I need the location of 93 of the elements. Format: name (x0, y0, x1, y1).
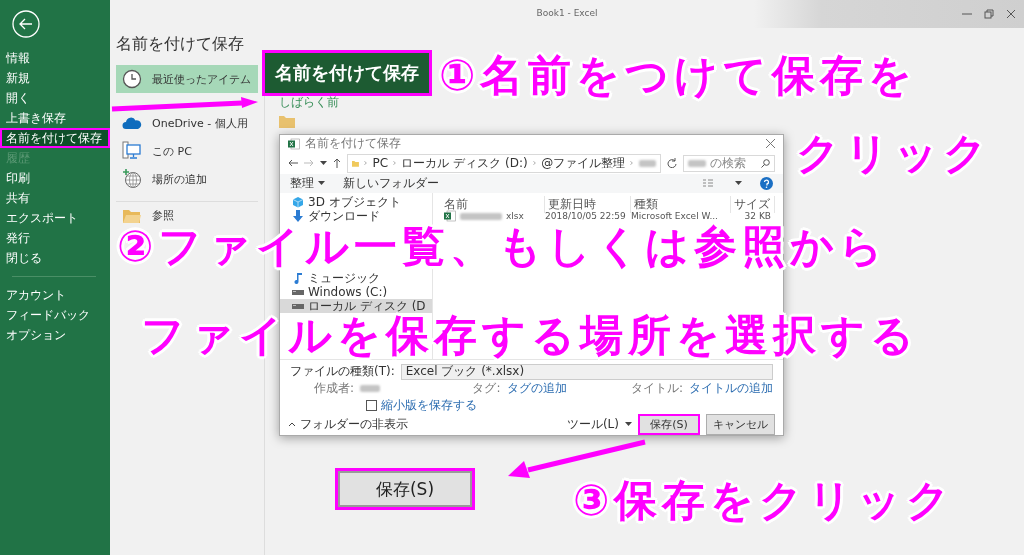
dialog-button[interactable]: キャンセル (706, 414, 775, 435)
sidebar-item[interactable]: 情報 (0, 48, 110, 68)
address-bar[interactable]: PC ローカル ディスク (D:) @ファイル整理 (347, 153, 661, 173)
sidebar-item[interactable]: 閉じる (0, 248, 110, 268)
nav-item[interactable]: ミュージック (280, 271, 432, 285)
back-arrow-icon[interactable] (288, 159, 298, 168)
close-icon[interactable] (1006, 9, 1016, 19)
restore-icon[interactable] (984, 9, 994, 19)
location-item[interactable]: この PC (116, 137, 258, 165)
sidebar-item[interactable]: オプション (0, 325, 110, 345)
breadcrumb-item[interactable]: PC (372, 156, 388, 171)
spreadsheet-file-icon (288, 137, 300, 150)
column-header[interactable]: サイズ (731, 196, 775, 213)
sidebar-item[interactable]: フィードバック (0, 305, 110, 325)
group-label: しばらく前 (279, 94, 340, 111)
caret-icon (318, 180, 325, 186)
caret-icon (320, 160, 327, 166)
chevron-icon (363, 159, 368, 168)
sidebar-item[interactable]: 発行 (0, 228, 110, 248)
search-icon (761, 158, 770, 168)
chevron-icon (532, 159, 537, 168)
toolbar-button[interactable]: 新しいフォルダー (343, 174, 439, 192)
sidebar-item[interactable]: 名前を付けて保存 (0, 128, 110, 148)
location-item[interactable]: OneDrive - 個人用 (116, 109, 258, 137)
sidebar-item[interactable]: 開く (0, 88, 110, 108)
caret-icon (625, 422, 632, 427)
dialog-title: 名前を付けて保存 (305, 135, 401, 153)
location-item[interactable]: 場所の追加 (116, 165, 258, 193)
file-name[interactable]: xlsx (506, 211, 524, 221)
tools-button[interactable]: ツール(L) (566, 416, 619, 433)
breadcrumb-item[interactable]: ローカル ディスク (D:) (401, 154, 528, 172)
toolbar-button[interactable]: 整理 (290, 174, 325, 192)
clock-icon (122, 69, 142, 89)
column-header[interactable]: 更新日時 (545, 196, 631, 213)
blurred-text (688, 159, 706, 167)
drive-icon (292, 288, 304, 296)
search-field[interactable]: の検索 (683, 154, 775, 172)
sidebar-item[interactable]: 印刷 (0, 168, 110, 188)
field-label: タイトル: (630, 380, 683, 397)
chevron-icon (393, 159, 397, 168)
blurred-text (638, 159, 656, 167)
thumbnail-checkbox[interactable]: 縮小版を保存する (360, 396, 483, 415)
location-item[interactable]: 参照 (116, 201, 258, 229)
annotation-text: ①名前をつけて保存を (438, 51, 919, 101)
sidebar-item[interactable]: 共有 (0, 188, 110, 208)
location-item[interactable]: 最近使ったアイテム (116, 65, 258, 93)
drive-icon (292, 302, 304, 310)
blurred-text (360, 385, 381, 392)
field-label: タグ: (472, 380, 501, 397)
nav-item[interactable]: ローカル ディスク (D (280, 299, 432, 313)
field-label: ファイルの種類(T): (290, 363, 395, 380)
save-button[interactable]: 保存(S) (335, 468, 475, 510)
sidebar-item[interactable]: エクスポート (0, 208, 110, 228)
close-icon[interactable] (766, 139, 775, 149)
sidebar-item[interactable]: 上書き保存 (0, 108, 110, 128)
sidebar-item[interactable]: アカウント (0, 285, 110, 305)
file-type-dropdown[interactable]: Excel ブック (*.xlsx) (400, 363, 773, 380)
sidebar-item[interactable]: 新規 (0, 68, 110, 88)
cloud-icon (122, 116, 142, 130)
cube-icon (292, 196, 304, 208)
up-arrow-icon[interactable] (333, 158, 341, 169)
annotation-text: ファイルを保存する場所を選択する (140, 311, 920, 361)
chevron-icon (630, 159, 634, 168)
globe-add-icon (122, 169, 142, 189)
window-title: Book1 - Excel (536, 8, 598, 18)
table-cell-text: 32 KB (743, 211, 772, 221)
callout-label: 名前を付けて保存 (262, 50, 432, 96)
music-note-icon (292, 272, 304, 284)
annotation-text: ③保存をクリック (572, 476, 957, 526)
spreadsheet-file-icon (444, 210, 456, 222)
breadcrumb-item[interactable]: @ファイル整理 (541, 154, 626, 172)
field-label: 作成者: (314, 380, 355, 397)
download-arrow-icon (292, 210, 304, 222)
column-header[interactable]: 種類 (631, 196, 731, 213)
table-cell-text: Microsoft Excel W... (631, 211, 719, 221)
folder-icon (279, 115, 295, 128)
refresh-icon[interactable] (667, 158, 677, 169)
page-title: 名前を付けて保存 (116, 34, 245, 55)
folder-icon (122, 207, 142, 224)
nav-item[interactable]: ダウンロード (280, 209, 432, 223)
hide-folders-button[interactable]: フォルダーの非表示 (288, 416, 408, 433)
caret-icon (735, 180, 742, 186)
annotation-text: クリック (795, 129, 993, 179)
metadata-link[interactable]: タグの追加 (506, 380, 567, 397)
nav-item[interactable]: Windows (C:) (280, 285, 432, 299)
dialog-button[interactable]: 保存(S) (638, 414, 700, 435)
nav-item[interactable]: 3D オブジェクト (280, 195, 432, 209)
blurred-text (460, 212, 502, 220)
table-cell-text: 2018/10/05 22:59 (545, 211, 627, 221)
help-icon[interactable] (760, 176, 773, 190)
computer-icon (122, 141, 142, 161)
chevron-up-icon (288, 422, 296, 427)
metadata-link[interactable]: タイトルの追加 (689, 380, 773, 397)
